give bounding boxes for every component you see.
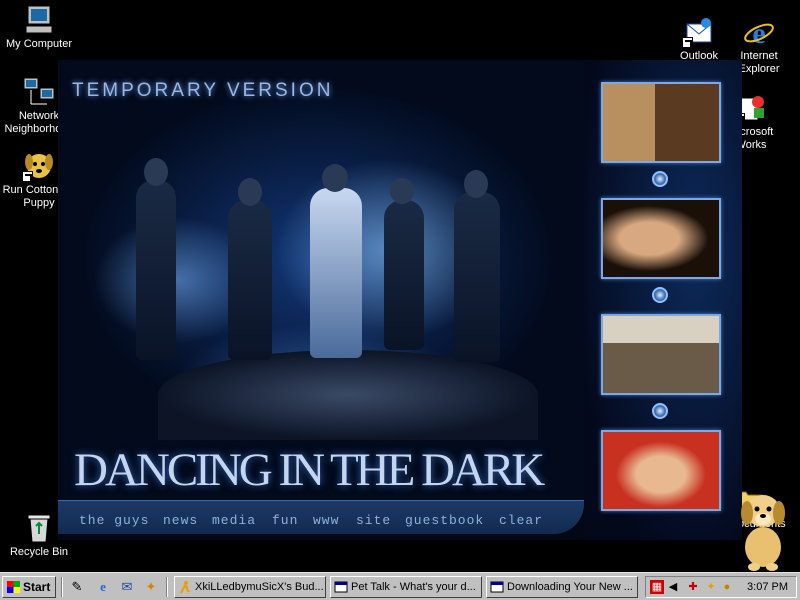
internet-explorer-icon: e [742,16,776,50]
band-member-figure [136,180,176,360]
desktop: My Computer Network Neighborhood Run Cot… [0,0,800,572]
band-member-head [144,158,168,186]
aim-running-man-icon [178,580,192,594]
system-tray: ▦ ◀ ✚ ✦ ● 3:07 PM [645,576,797,598]
band-member-head [322,164,348,192]
show-desktop-icon[interactable]: ✎ [68,578,86,596]
band-member-figure [454,192,500,362]
taskbar-separator [61,577,63,597]
nav-link-news[interactable]: news [163,513,198,528]
band-member-figure [310,188,362,358]
nav-link-www[interactable]: www [313,513,339,528]
taskbar-task-downloading[interactable]: Downloading Your New ... [486,576,638,598]
puppy-tray-icon[interactable]: ● [720,580,734,594]
outlook-express-icon[interactable]: ✉ [118,578,136,596]
puppy-icon [22,150,56,182]
computer-icon [22,4,56,36]
start-button[interactable]: Start [2,576,56,598]
browser-window-icon [490,580,504,594]
windows-logo-icon [7,581,20,593]
orb-divider-icon [652,403,668,419]
shortcut-arrow-icon [22,171,33,182]
network-icon [22,76,56,108]
photo-thumbnail[interactable] [601,314,721,395]
start-label: Start [23,580,51,594]
taskbar-task-buddy-list[interactable]: XkiLLedbymuSicX's Bud... [174,576,326,598]
task-label: Downloading Your New ... [507,581,633,593]
task-label: XkiLLedbymuSicX's Bud... [195,581,324,593]
aim-running-man-icon[interactable]: ✦ [142,578,160,596]
task-label: Pet Talk - What's your d... [351,581,476,593]
desktop-icon-label: My Computer [5,38,73,50]
photo-thumbnail[interactable] [601,82,721,163]
volume-icon[interactable]: ◀ [666,580,680,594]
photo-thumbnail[interactable] [601,198,721,279]
svg-text:e: e [752,17,765,48]
band-member-head [464,170,488,198]
band-member-figure [228,200,272,360]
recycle-bin-icon [22,512,56,544]
orb-divider-icon [652,171,668,187]
browser-window-icon [334,580,348,594]
band-member-head [390,178,414,204]
taskbar-task-pet-talk[interactable]: Pet Talk - What's your d... [330,576,482,598]
outlook-express-icon [682,16,716,48]
taskbar-separator [166,577,168,597]
internet-explorer-icon[interactable]: e [94,578,112,596]
taskbar: Start ✎ e ✉ ✦ XkiLLedbymuSicX's Bud... P… [0,572,800,600]
website-window: TEMPORARY VERSION DANCING IN THE DARK th… [58,60,742,540]
site-header-text: TEMPORARY VERSION [72,80,334,101]
hero-image: TEMPORARY VERSION DANCING IN THE DARK [58,60,584,500]
rock-decoration [158,350,538,440]
site-nav-bar: the guys news media fun www site guestbo… [58,500,584,534]
scheduler-icon[interactable]: ▦ [650,580,664,594]
nav-link-site[interactable]: site [356,513,391,528]
photo-sidebar [584,60,742,540]
desktop-icon-label: Recycle Bin [9,546,69,558]
nav-link-the-guys[interactable]: the guys [79,513,149,528]
shortcut-arrow-icon [682,37,693,48]
clock[interactable]: 3:07 PM [747,581,788,593]
cottonelle-puppy-character[interactable] [736,485,790,571]
nav-link-fun[interactable]: fun [272,513,298,528]
orb-divider-icon [652,287,668,303]
desktop-icon-my-computer[interactable]: My Computer [0,4,78,51]
aim-tray-icon[interactable]: ✦ [704,580,718,594]
band-member-head [238,178,262,206]
nav-link-media[interactable]: media [212,513,256,528]
nav-link-guestbook[interactable]: guestbook [405,513,484,528]
band-member-figure [384,200,424,350]
site-title: DANCING IN THE DARK [74,444,545,496]
nav-link-clear[interactable]: clear [499,513,543,528]
photo-thumbnail[interactable] [601,430,721,511]
network-status-icon[interactable]: ✚ [686,580,700,594]
